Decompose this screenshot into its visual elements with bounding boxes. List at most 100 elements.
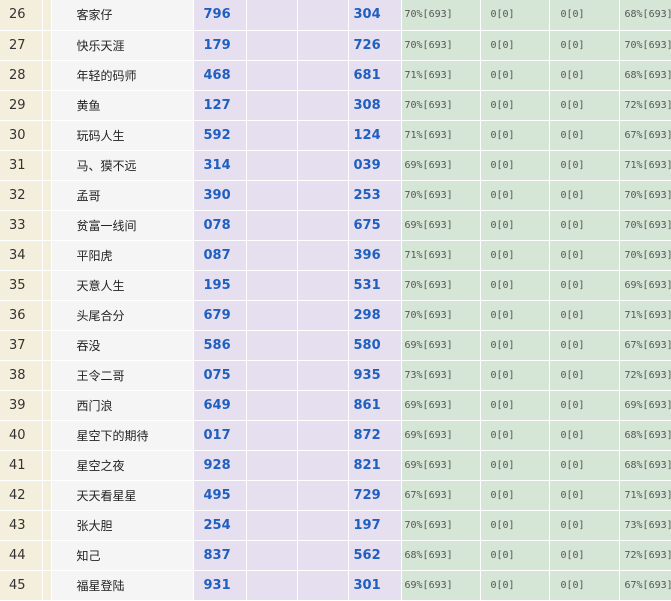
stat-4-cell: 73%[693] [619, 510, 671, 541]
rank-spacer [42, 30, 52, 61]
stat-3-cell: 0[0] [549, 420, 620, 451]
rank-spacer [42, 120, 52, 151]
empty-cell [297, 0, 349, 31]
number-b-cell: 301 [348, 570, 402, 601]
empty-cell [246, 270, 298, 301]
stat-2-cell: 0[0] [480, 120, 550, 151]
empty-cell [246, 120, 298, 151]
table-row: 38 王令二哥 075 935 73%[693] 0[0] 0[0] 72%[6… [0, 360, 671, 391]
empty-cell [246, 300, 298, 331]
empty-cell [246, 30, 298, 61]
empty-cell [297, 540, 349, 571]
stat-2-cell: 0[0] [480, 150, 550, 181]
rank-spacer [42, 270, 52, 301]
rank-cell: 35 [0, 270, 43, 301]
number-a-cell: 127 [193, 90, 247, 121]
number-a-cell: 931 [193, 570, 247, 601]
empty-cell [246, 570, 298, 601]
stat-1-cell: 71%[693] [401, 120, 481, 151]
rank-cell: 33 [0, 210, 43, 241]
rank-spacer [42, 540, 52, 571]
stat-4-cell: 68%[693] [619, 450, 671, 481]
stat-1-cell: 69%[693] [401, 570, 481, 601]
empty-cell [246, 240, 298, 271]
stat-3-cell: 0[0] [549, 0, 620, 31]
stat-4-cell: 70%[693] [619, 30, 671, 61]
empty-cell [246, 510, 298, 541]
stat-4-cell: 71%[693] [619, 150, 671, 181]
player-name-cell: 孟哥 [51, 180, 194, 211]
number-a-cell: 592 [193, 120, 247, 151]
rank-cell: 30 [0, 120, 43, 151]
player-name-cell: 吞没 [51, 330, 194, 361]
stat-1-cell: 69%[693] [401, 330, 481, 361]
stat-1-cell: 70%[693] [401, 90, 481, 121]
rank-cell: 39 [0, 390, 43, 421]
stat-1-cell: 69%[693] [401, 210, 481, 241]
stat-3-cell: 0[0] [549, 360, 620, 391]
rank-cell: 31 [0, 150, 43, 181]
stat-1-cell: 70%[693] [401, 0, 481, 31]
rank-spacer [42, 180, 52, 211]
rank-spacer [42, 480, 52, 511]
stat-1-cell: 70%[693] [401, 180, 481, 211]
stat-4-cell: 71%[693] [619, 300, 671, 331]
number-b-cell: 681 [348, 60, 402, 91]
stat-2-cell: 0[0] [480, 240, 550, 271]
stat-2-cell: 0[0] [480, 0, 550, 31]
stat-4-cell: 71%[693] [619, 480, 671, 511]
stat-1-cell: 70%[693] [401, 270, 481, 301]
stat-3-cell: 0[0] [549, 270, 620, 301]
stat-4-cell: 69%[693] [619, 270, 671, 301]
stat-2-cell: 0[0] [480, 540, 550, 571]
player-name-cell: 知己 [51, 540, 194, 571]
table-row: 35 天意人生 195 531 70%[693] 0[0] 0[0] 69%[6… [0, 270, 671, 301]
empty-cell [246, 540, 298, 571]
stat-1-cell: 67%[693] [401, 480, 481, 511]
empty-cell [297, 240, 349, 271]
stat-3-cell: 0[0] [549, 120, 620, 151]
number-b-cell: 304 [348, 0, 402, 31]
empty-cell [246, 420, 298, 451]
stat-4-cell: 68%[693] [619, 60, 671, 91]
table-row: 26 客家仔 796 304 70%[693] 0[0] 0[0] 68%[69… [0, 0, 671, 31]
empty-cell [246, 360, 298, 391]
stat-3-cell: 0[0] [549, 240, 620, 271]
stat-2-cell: 0[0] [480, 90, 550, 121]
rank-cell: 27 [0, 30, 43, 61]
number-b-cell: 729 [348, 480, 402, 511]
player-name-cell: 客家仔 [51, 0, 194, 31]
rank-spacer [42, 240, 52, 271]
stat-1-cell: 70%[693] [401, 510, 481, 541]
player-name-cell: 天意人生 [51, 270, 194, 301]
stat-4-cell: 70%[693] [619, 180, 671, 211]
stat-1-cell: 71%[693] [401, 240, 481, 271]
stat-2-cell: 0[0] [480, 450, 550, 481]
table-row: 44 知己 837 562 68%[693] 0[0] 0[0] 72%[693… [0, 540, 671, 571]
table-row: 30 玩码人生 592 124 71%[693] 0[0] 0[0] 67%[6… [0, 120, 671, 151]
table-row: 31 马、獏不远 314 039 69%[693] 0[0] 0[0] 71%[… [0, 150, 671, 181]
number-b-cell: 675 [348, 210, 402, 241]
stat-1-cell: 69%[693] [401, 450, 481, 481]
stat-2-cell: 0[0] [480, 30, 550, 61]
stat-3-cell: 0[0] [549, 90, 620, 121]
stat-1-cell: 69%[693] [401, 390, 481, 421]
stat-2-cell: 0[0] [480, 510, 550, 541]
table-row: 37 吞没 586 580 69%[693] 0[0] 0[0] 67%[693… [0, 330, 671, 361]
rank-cell: 41 [0, 450, 43, 481]
empty-cell [297, 300, 349, 331]
number-b-cell: 124 [348, 120, 402, 151]
player-name-cell: 福星登陆 [51, 570, 194, 601]
empty-cell [297, 150, 349, 181]
rank-cell: 44 [0, 540, 43, 571]
stat-3-cell: 0[0] [549, 60, 620, 91]
number-a-cell: 195 [193, 270, 247, 301]
table-row: 45 福星登陆 931 301 69%[693] 0[0] 0[0] 67%[6… [0, 570, 671, 601]
stat-3-cell: 0[0] [549, 540, 620, 571]
empty-cell [246, 210, 298, 241]
empty-cell [297, 180, 349, 211]
number-a-cell: 796 [193, 0, 247, 31]
rank-spacer [42, 390, 52, 421]
table-row: 32 孟哥 390 253 70%[693] 0[0] 0[0] 70%[693… [0, 180, 671, 211]
stat-3-cell: 0[0] [549, 180, 620, 211]
